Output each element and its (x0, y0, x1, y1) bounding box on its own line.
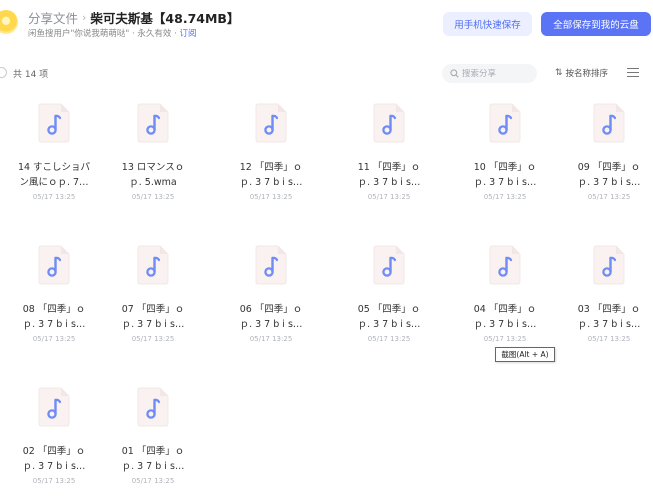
file-date: 05/17 13:25 (367, 335, 411, 343)
file-name[interactable]: 09 「四季」ｏ ｐ. 3 7 b i s… (554, 160, 653, 190)
file-item[interactable]: 05 「四季」ｏ ｐ. 3 7 b i s… 05/17 13:25 (334, 245, 444, 345)
file-name-line2: ｐ. 3 7 b i s… (577, 319, 641, 330)
file-name-line1: 02 「四季」ｏ (22, 446, 86, 457)
file-name-line1: 01 「四季」ｏ (121, 446, 185, 457)
file-name-line1: 08 「四季」ｏ (22, 304, 86, 315)
file-name[interactable]: 12 「四季」ｏ ｐ. 3 7 b i s… (216, 160, 326, 190)
file-date: 05/17 13:25 (32, 335, 76, 343)
file-item[interactable]: 06 「四季」ｏ ｐ. 3 7 b i s… 05/17 13:25 (216, 245, 326, 345)
file-date: 05/17 13:25 (32, 193, 76, 201)
music-file-icon (489, 245, 521, 285)
music-file-icon (593, 245, 625, 285)
file-date: 05/17 13:25 (249, 193, 293, 201)
music-file-icon (38, 387, 70, 427)
file-item[interactable]: 03 「四季」ｏ ｐ. 3 7 b i s… 05/17 13:25 (554, 245, 653, 345)
file-name-line1: 06 「四季」ｏ (239, 304, 303, 315)
file-name-line2: ｐ. 3 7 b i s… (357, 177, 421, 188)
file-date: 05/17 13:25 (32, 477, 76, 485)
file-name[interactable]: 13 ロマンスｏ ｐ. 5.wma (98, 160, 208, 190)
file-item[interactable]: 12 「四季」ｏ ｐ. 3 7 b i s… 05/17 13:25 (216, 103, 326, 203)
file-name[interactable]: 11 「四季」ｏ ｐ. 3 7 b i s… (334, 160, 444, 190)
music-file-icon (38, 245, 70, 285)
file-date: 05/17 13:25 (249, 335, 293, 343)
file-name[interactable]: 05 「四季」ｏ ｐ. 3 7 b i s… (334, 302, 444, 332)
file-name[interactable]: 07 「四季」ｏ ｐ. 3 7 b i s… (98, 302, 208, 332)
file-name-line2: ｐ. 3 7 b i s… (577, 177, 641, 188)
file-name[interactable]: 10 「四季」ｏ ｐ. 3 7 b i s… (450, 160, 560, 190)
file-name-line1: 07 「四季」ｏ (121, 304, 185, 315)
file-name[interactable]: 04 「四季」ｏ ｐ. 3 7 b i s… (450, 302, 560, 332)
file-item[interactable]: 07 「四季」ｏ ｐ. 3 7 b i s… 05/17 13:25 (98, 245, 208, 345)
music-file-icon (38, 103, 70, 143)
file-date: 05/17 13:25 (483, 335, 527, 343)
file-date: 05/17 13:25 (587, 335, 631, 343)
music-file-icon (137, 245, 169, 285)
file-date: 05/17 13:25 (483, 193, 527, 201)
file-date: 05/17 13:25 (367, 193, 411, 201)
file-date: 05/17 13:25 (131, 477, 175, 485)
file-name[interactable]: 06 「四季」ｏ ｐ. 3 7 b i s… (216, 302, 326, 332)
file-item[interactable]: 02 「四季」ｏ ｐ. 3 7 b i s… 05/17 13:25 (0, 387, 109, 487)
file-name-line1: 09 「四季」ｏ (577, 162, 641, 173)
file-name-line1: 13 ロマンスｏ (121, 162, 185, 173)
file-item[interactable]: 11 「四季」ｏ ｐ. 3 7 b i s… 05/17 13:25 (334, 103, 444, 203)
music-file-icon (373, 103, 405, 143)
file-name[interactable]: 01 「四季」ｏ ｐ. 3 7 b i s… (98, 444, 208, 474)
music-file-icon (137, 387, 169, 427)
file-name-line2: ｐ. 3 7 b i s… (22, 319, 86, 330)
file-name-line1: 12 「四季」ｏ (239, 162, 303, 173)
file-name-line1: 05 「四季」ｏ (357, 304, 421, 315)
file-name-line1: 10 「四季」ｏ (473, 162, 537, 173)
file-item[interactable]: 13 ロマンスｏ ｐ. 5.wma 05/17 13:25 (98, 103, 208, 203)
music-file-icon (373, 245, 405, 285)
file-item[interactable]: 01 「四季」ｏ ｐ. 3 7 b i s… 05/17 13:25 (98, 387, 208, 487)
file-date: 05/17 13:25 (131, 335, 175, 343)
file-name-line2: ｐ. 3 7 b i s… (121, 461, 185, 472)
file-name[interactable]: 08 「四季」ｏ ｐ. 3 7 b i s… (0, 302, 109, 332)
file-name-line2: ｐ. 3 7 b i s… (357, 319, 421, 330)
file-name-line1: 04 「四季」ｏ (473, 304, 537, 315)
file-name[interactable]: 02 「四季」ｏ ｐ. 3 7 b i s… (0, 444, 109, 474)
music-file-icon (593, 103, 625, 143)
file-grid: 14 すこしショパ ン風にｏｐ. 7… 05/17 13:25 13 ロマンスｏ ｐ. … (0, 0, 653, 500)
music-file-icon (137, 103, 169, 143)
file-name-line1: 14 すこしショパ (17, 162, 91, 173)
file-name-line1: 11 「四季」ｏ (357, 162, 421, 173)
screenshot-tooltip: 截图(Alt + A) (495, 347, 555, 362)
file-name-line2: ｐ. 3 7 b i s… (121, 319, 185, 330)
file-name-line2: ｐ. 5.wma (129, 177, 177, 188)
file-name-line2: ｐ. 3 7 b i s… (473, 319, 537, 330)
file-date: 05/17 13:25 (587, 193, 631, 201)
music-file-icon (489, 103, 521, 143)
file-item[interactable]: 14 すこしショパ ン風にｏｐ. 7… 05/17 13:25 (0, 103, 109, 203)
file-date: 05/17 13:25 (131, 193, 175, 201)
file-name[interactable]: 03 「四季」ｏ ｐ. 3 7 b i s… (554, 302, 653, 332)
file-name-line2: ン風にｏｐ. 7… (19, 177, 89, 188)
file-item[interactable]: 10 「四季」ｏ ｐ. 3 7 b i s… 05/17 13:25 (450, 103, 560, 203)
file-name-line2: ｐ. 3 7 b i s… (239, 177, 303, 188)
file-item[interactable]: 09 「四季」ｏ ｐ. 3 7 b i s… 05/17 13:25 (554, 103, 653, 203)
file-name-line2: ｐ. 3 7 b i s… (473, 177, 537, 188)
file-name-line1: 03 「四季」ｏ (577, 304, 641, 315)
file-name-line2: ｐ. 3 7 b i s… (22, 461, 86, 472)
file-item[interactable]: 04 「四季」ｏ ｐ. 3 7 b i s… 05/17 13:25 (450, 245, 560, 345)
file-name-line2: ｐ. 3 7 b i s… (239, 319, 303, 330)
music-file-icon (255, 103, 287, 143)
music-file-icon (255, 245, 287, 285)
file-name[interactable]: 14 すこしショパ ン風にｏｐ. 7… (0, 160, 109, 190)
file-item[interactable]: 08 「四季」ｏ ｐ. 3 7 b i s… 05/17 13:25 (0, 245, 109, 345)
